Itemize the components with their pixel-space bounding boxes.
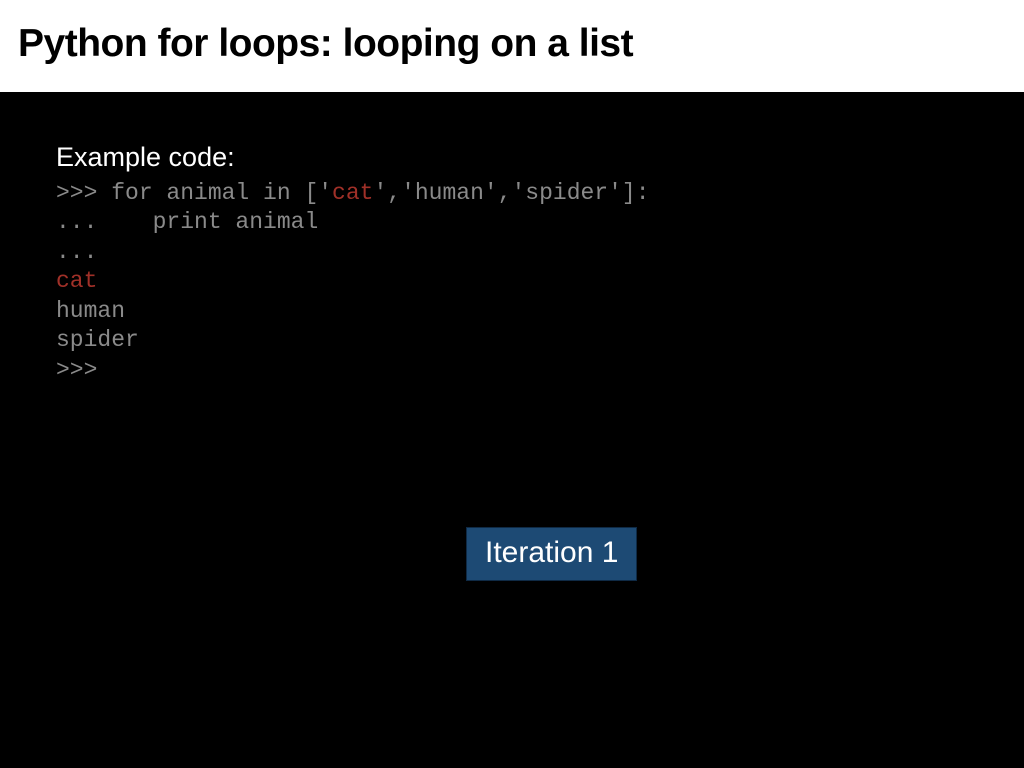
code-line-6: spider	[56, 327, 139, 353]
code-line-2: ... print animal	[56, 209, 318, 235]
code-line-3: ...	[56, 239, 97, 265]
code-line-1-post: ','human','spider']:	[373, 180, 649, 206]
code-line-1-highlight: cat	[332, 180, 373, 206]
example-code-label: Example code:	[56, 142, 1024, 173]
slide-content: Example code: >>> for animal in ['cat','…	[0, 92, 1024, 385]
code-line-1-pre: >>> for animal in ['	[56, 180, 332, 206]
slide-title: Python for loops: looping on a list	[0, 0, 1024, 92]
code-block: >>> for animal in ['cat','human','spider…	[56, 179, 1024, 385]
code-line-4-highlight: cat	[56, 268, 97, 294]
iteration-badge: Iteration 1	[466, 527, 637, 581]
code-line-5: human	[56, 298, 125, 324]
code-line-7: >>>	[56, 357, 97, 383]
